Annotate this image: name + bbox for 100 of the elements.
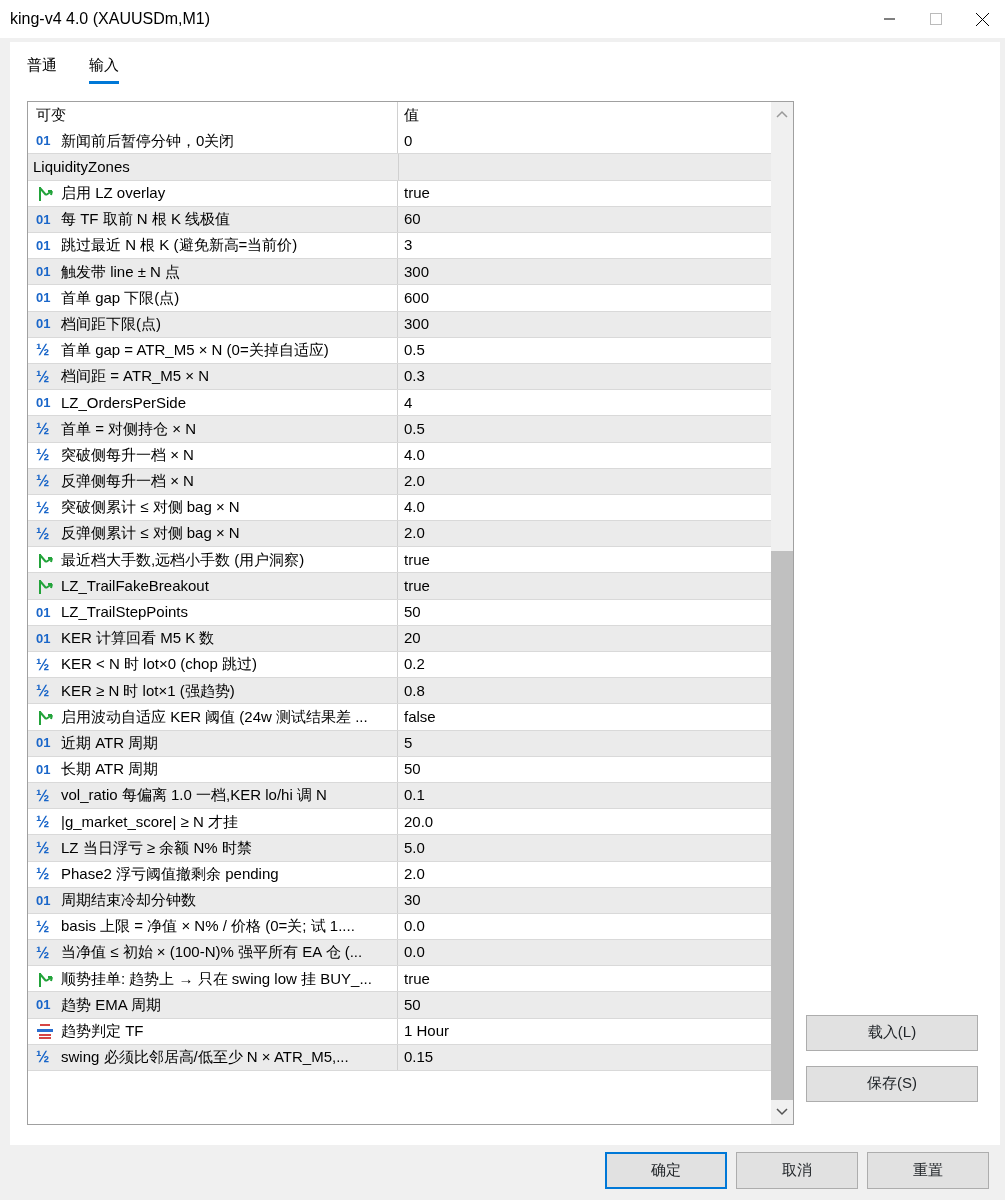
- parameter-value[interactable]: 1 Hour: [398, 1020, 450, 1043]
- parameter-name: 长期 ATR 周期: [61, 759, 159, 780]
- parameter-name: 趋势 EMA 周期: [61, 994, 161, 1015]
- parameter-name: KER ≥ N 时 lot×1 (强趋势): [61, 680, 235, 701]
- parameter-value[interactable]: 5.0: [398, 836, 425, 860]
- parameter-value[interactable]: 600: [398, 286, 430, 310]
- parameter-name: LZ_OrdersPerSide: [61, 392, 187, 413]
- parameter-name: |g_market_score| ≥ N 才挂: [61, 811, 238, 832]
- integer-type-icon: 01: [36, 995, 58, 1015]
- parameter-value[interactable]: 2.0: [398, 862, 425, 886]
- parameter-value[interactable]: 0.5: [398, 339, 425, 362]
- fraction-type-icon: ½: [36, 1045, 58, 1070]
- parameter-name: 启用 LZ overlay: [61, 183, 166, 203]
- parameter-value[interactable]: 0.8: [398, 679, 425, 703]
- list-icon: [36, 1022, 54, 1041]
- parameter-value[interactable]: 0: [398, 129, 413, 153]
- window-title: king-v4 4.0 (XAUUSDm,M1): [10, 9, 211, 29]
- parameter-value[interactable]: 3: [398, 234, 413, 257]
- parameter-name: LZ 当日浮亏 ≥ 余额 N% 时禁: [61, 837, 252, 858]
- parameter-value[interactable]: 20: [398, 627, 421, 650]
- fraction-type-icon: ½: [36, 835, 58, 860]
- parameter-name: 档间距下限(点): [61, 313, 161, 334]
- parameter-value[interactable]: 4: [398, 391, 413, 414]
- parameter-name: 启用波动自适应 KER 阈值 (24w 测试结果差 ...: [61, 706, 368, 727]
- fraction-type-icon: ½: [36, 914, 58, 939]
- parameter-value[interactable]: 300: [398, 312, 430, 336]
- parameter-value[interactable]: 0.0: [398, 915, 425, 938]
- parameter-value[interactable]: 60: [398, 208, 421, 231]
- integer-type-icon: 01: [36, 235, 58, 256]
- column-header[interactable]: 值: [398, 103, 419, 127]
- parameter-name: 新闻前后暂停分钟，0关闭: [61, 130, 235, 151]
- parameter-name: KER 计算回看 M5 K 数: [61, 628, 215, 649]
- dialog-button[interactable]: 确定: [605, 1152, 727, 1189]
- parameter-value[interactable]: 0.0: [398, 941, 425, 964]
- parameter-value[interactable]: 300: [398, 260, 430, 284]
- parameter-value[interactable]: 50: [398, 601, 421, 624]
- fraction-type-icon: ½: [36, 862, 58, 887]
- parameter-value[interactable]: 0.3: [398, 365, 425, 388]
- integer-type-icon: 01: [36, 628, 58, 649]
- parameter-name: vol_ratio 每偏离 1.0 一档,KER lo/hi 调 N: [61, 785, 327, 806]
- fraction-type-icon: ½: [36, 521, 58, 546]
- parameter-value[interactable]: true: [398, 967, 430, 991]
- column-header[interactable]: 可变: [36, 103, 66, 127]
- parameter-name: 反弹侧每升一档 × N: [61, 471, 194, 492]
- tab[interactable]: 输入: [89, 52, 119, 84]
- branch-arrow-icon: [36, 577, 54, 596]
- parameter-value[interactable]: 20.0: [398, 810, 434, 833]
- parameter-value[interactable]: 0.2: [398, 653, 425, 676]
- parameter-name: Phase2 浮亏阈值撤剩余 pending: [61, 863, 279, 884]
- fraction-type-icon: ½: [36, 364, 58, 389]
- parameter-value[interactable]: 2.0: [398, 522, 425, 545]
- parameter-name: swing 必须比邻居高/低至少 N × ATR_M5,...: [61, 1047, 349, 1068]
- side-button[interactable]: 保存(S): [806, 1065, 978, 1102]
- integer-type-icon: 01: [36, 262, 58, 282]
- fraction-type-icon: ½: [36, 469, 58, 494]
- scroll-down-icon[interactable]: [776, 1107, 788, 1116]
- parameter-value[interactable]: 5: [398, 731, 413, 755]
- dialog-button[interactable]: 取消: [736, 1152, 858, 1189]
- parameter-value[interactable]: 50: [398, 993, 421, 1017]
- parameter-value[interactable]: 2.0: [398, 470, 425, 493]
- fraction-type-icon: ½: [36, 416, 58, 441]
- parameter-value[interactable]: 4.0: [398, 443, 425, 467]
- parameter-name: 跳过最近 N 根 K (避免新高=当前价): [61, 235, 298, 256]
- parameter-name: LZ_TrailStepPoints: [61, 602, 188, 622]
- scroll-up-icon[interactable]: [776, 109, 788, 118]
- fraction-type-icon: ½: [36, 495, 58, 520]
- scrollbar[interactable]: [771, 101, 793, 1124]
- parameter-name: 档间距 = ATR_M5 × N: [61, 366, 210, 387]
- integer-type-icon: 01: [36, 890, 58, 911]
- side-button[interactable]: 载入(L): [806, 1014, 978, 1051]
- parameter-name: 反弹侧累计 ≤ 对侧 bag × N: [61, 523, 240, 544]
- parameter-value[interactable]: true: [398, 574, 430, 598]
- parameter-value[interactable]: 0.1: [398, 784, 425, 807]
- fraction-type-icon: ½: [36, 809, 58, 834]
- parameter-name: 首单 gap 下限(点): [61, 287, 180, 308]
- parameter-value[interactable]: true: [398, 182, 430, 205]
- parameter-name: 当净值 ≤ 初始 × (100-N)% 强平所有 EA 仓 (...: [61, 942, 363, 963]
- parameter-name: 突破侧累计 ≤ 对侧 bag × N: [61, 497, 240, 518]
- parameter-value[interactable]: 0.15: [398, 1046, 434, 1069]
- fraction-type-icon: ½: [36, 940, 58, 965]
- fraction-type-icon: ½: [36, 443, 58, 468]
- parameter-value[interactable]: false: [398, 705, 436, 729]
- parameter-value[interactable]: true: [398, 548, 430, 572]
- parameter-name: 最近档大手数,远档小手数 (用户洞察): [61, 549, 305, 570]
- dialog-button[interactable]: 重置: [867, 1152, 989, 1189]
- integer-type-icon: 01: [36, 131, 58, 151]
- fraction-type-icon: ½: [36, 783, 58, 808]
- parameter-value[interactable]: 0.5: [398, 417, 425, 441]
- integer-type-icon: 01: [36, 314, 58, 334]
- scrollbar-thumb[interactable]: [771, 550, 793, 1100]
- branch-arrow-icon: [36, 708, 54, 726]
- parameter-name: 近期 ATR 周期: [61, 732, 159, 753]
- parameter-value[interactable]: 30: [398, 889, 421, 912]
- parameter-name: 周期结束冷却分钟数: [61, 890, 196, 911]
- parameter-name: 顺势挂单: 趋势上 → 只在 swing low 挂 BUY_...: [61, 968, 372, 989]
- tab[interactable]: 普通: [27, 52, 57, 84]
- branch-arrow-icon: [36, 184, 54, 203]
- parameter-name: basis 上限 = 净值 × N% / 价格 (0=关; 试 1....: [61, 916, 355, 937]
- parameter-value[interactable]: 4.0: [398, 496, 425, 519]
- parameter-value[interactable]: 50: [398, 758, 421, 781]
